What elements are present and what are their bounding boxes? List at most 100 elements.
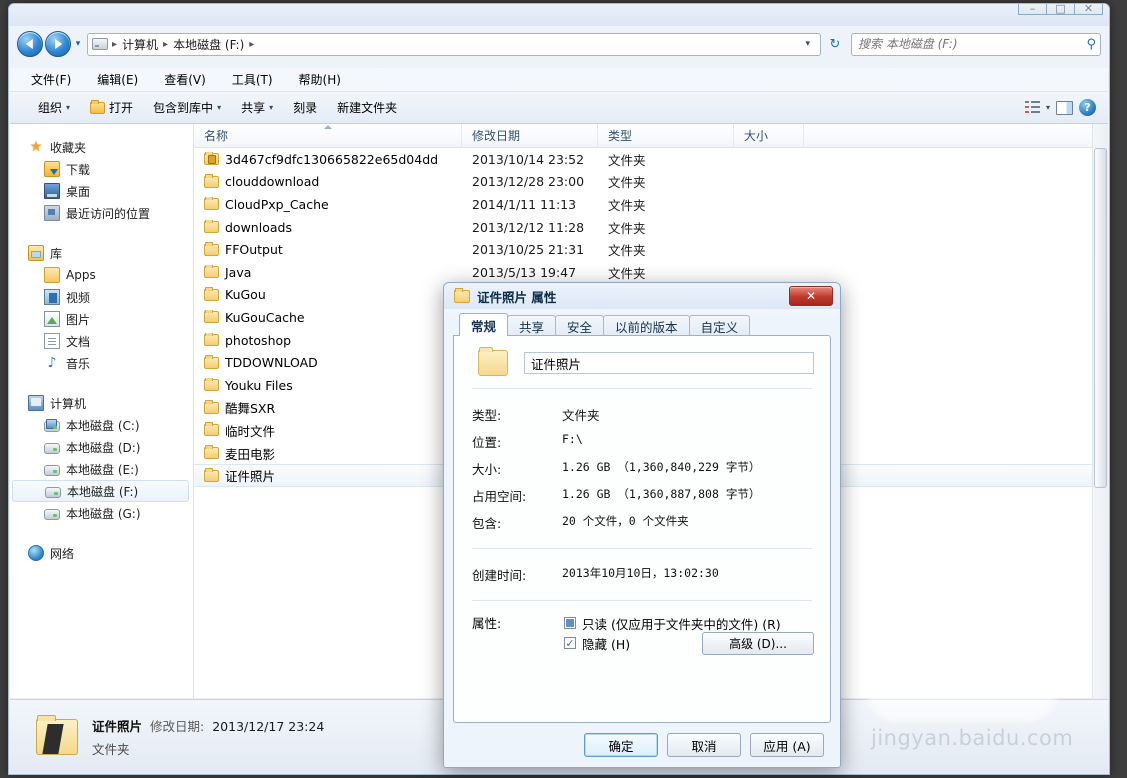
change-view-icon[interactable] — [1025, 101, 1040, 114]
sidebar-item-videos[interactable]: 视频 — [10, 286, 193, 308]
folder-icon — [204, 379, 219, 391]
open-button[interactable]: 打开 — [80, 95, 143, 120]
forward-arrow-icon[interactable] — [45, 31, 71, 57]
folder-name-input[interactable]: 证件照片 — [524, 352, 814, 374]
dialog-folder-icon — [454, 290, 470, 303]
column-header-size-label: 大小 — [744, 127, 768, 144]
breadcrumb-item-computer[interactable]: 计算机 — [119, 35, 161, 54]
sidebar-item-documents[interactable]: 文档 — [10, 330, 193, 352]
menu-help[interactable]: 帮助(H) — [296, 69, 344, 90]
drive-icon — [44, 509, 60, 520]
back-arrow-icon[interactable] — [17, 31, 43, 57]
chevron-down-icon[interactable]: ▾ — [1046, 103, 1050, 112]
table-row[interactable]: clouddownload2013/12/28 23:00文件夹 — [194, 171, 1108, 194]
dialog-close-button[interactable]: ✕ — [789, 286, 833, 306]
folder-icon — [204, 470, 219, 482]
table-row[interactable]: CloudPxp_Cache2014/1/11 11:13文件夹 — [194, 193, 1108, 216]
property-key-location: 位置: — [470, 428, 562, 455]
advanced-button[interactable]: 高级 (D)... — [702, 632, 814, 655]
ok-button[interactable]: 确定 — [584, 733, 658, 757]
sidebar-item-drive-e[interactable]: 本地磁盘 (E:) — [10, 458, 193, 480]
row-date-cell: 2013/10/14 23:52 — [472, 152, 608, 167]
breadcrumb[interactable]: ▸ 计算机 ▸ 本地磁盘 (F:) ▸ ▾ — [87, 33, 821, 56]
row-name-label: photoshop — [225, 333, 291, 348]
maximize-button[interactable]: □ — [1046, 3, 1075, 15]
computer-icon — [28, 395, 44, 411]
cancel-button[interactable]: 取消 — [667, 733, 741, 757]
hidden-checkbox[interactable] — [564, 637, 576, 649]
column-header-size[interactable]: 大小 — [734, 124, 804, 148]
column-header-date[interactable]: 修改日期 — [462, 124, 598, 148]
window-title-bar[interactable]: – □ ✕ — [9, 4, 1109, 26]
hidden-checkbox-line[interactable]: 隐藏 (H) 高级 (D)... — [564, 633, 814, 653]
sidebar-item-downloads[interactable]: 下载 — [10, 158, 193, 180]
help-icon[interactable]: ? — [1079, 99, 1096, 116]
menu-edit[interactable]: 编辑(E) — [94, 69, 141, 90]
sidebar-item-apps[interactable]: Apps — [10, 264, 193, 286]
sidebar-header-computer[interactable]: 计算机 — [10, 392, 193, 414]
sidebar-item-drive-g[interactable]: 本地磁盘 (G:) — [10, 502, 193, 524]
share-button[interactable]: 共享 ▾ — [231, 95, 283, 120]
tab-general[interactable]: 常规 — [459, 313, 508, 336]
details-item-type: 文件夹 — [92, 739, 324, 758]
menu-view[interactable]: 查看(V) — [161, 69, 209, 90]
recent-places-icon — [44, 205, 60, 221]
refresh-icon[interactable]: ↻ — [823, 33, 847, 56]
attributes-row: 属性: 只读 (仅应用于文件夹中的文件) (R) 隐藏 (H) 高级 (D)..… — [470, 613, 814, 653]
row-type-cell: 文件夹 — [608, 150, 744, 169]
network-icon — [28, 545, 44, 561]
readonly-checkbox[interactable] — [564, 617, 576, 629]
sidebar-header-favorites[interactable]: ★ 收藏夹 — [10, 136, 193, 158]
apply-button[interactable]: 应用 (A) — [750, 733, 824, 757]
sidebar-header-network[interactable]: 网络 — [10, 542, 193, 564]
new-folder-label: 新建文件夹 — [337, 99, 397, 116]
menu-file[interactable]: 文件(F) — [28, 69, 74, 90]
minimize-button[interactable]: – — [1018, 3, 1047, 15]
file-list-scrollbar-thumb[interactable] — [1094, 148, 1107, 488]
new-folder-button[interactable]: 新建文件夹 — [327, 95, 407, 120]
search-box[interactable]: ⚲ — [851, 33, 1101, 56]
tab-customize[interactable]: 自定义 — [689, 315, 751, 336]
sidebar-item-drive-d[interactable]: 本地磁盘 (D:) — [10, 436, 193, 458]
sidebar-item-desktop[interactable]: 桌面 — [10, 180, 193, 202]
preview-pane-icon[interactable] — [1056, 101, 1073, 115]
row-type-cell: 文件夹 — [608, 263, 744, 282]
breadcrumb-dropdown-caret-icon[interactable]: ▾ — [799, 39, 816, 49]
organize-button[interactable]: 组织 ▾ — [28, 95, 80, 120]
tab-previous-versions[interactable]: 以前的版本 — [603, 315, 690, 336]
table-row[interactable]: FFOutput2013/10/25 21:31文件夹 — [194, 238, 1108, 261]
breadcrumb-item-drive-f[interactable]: 本地磁盘 (F:) — [170, 35, 247, 54]
readonly-checkbox-line[interactable]: 只读 (仅应用于文件夹中的文件) (R) — [564, 613, 814, 633]
folder-icon — [204, 311, 219, 323]
recent-pages-caret-icon[interactable]: ▾ — [71, 31, 85, 57]
sidebar-item-drive-c[interactable]: 本地磁盘 (C:) — [10, 414, 193, 436]
sidebar-item-recent-places[interactable]: 最近访问的位置 — [10, 202, 193, 224]
column-header-type[interactable]: 类型 — [598, 124, 734, 148]
tab-sharing[interactable]: 共享 — [507, 315, 556, 336]
table-row[interactable]: 3d467cf9dfc130665822e65d04dd2013/10/14 2… — [194, 148, 1108, 171]
tab-security[interactable]: 安全 — [555, 315, 604, 336]
search-input[interactable] — [856, 36, 1086, 52]
close-window-button[interactable]: ✕ — [1074, 3, 1103, 15]
row-name-cell: 3d467cf9dfc130665822e65d04dd — [204, 152, 472, 167]
sidebar-item-drive-f[interactable]: 本地磁盘 (F:) — [12, 480, 189, 502]
menu-tools[interactable]: 工具(T) — [229, 69, 276, 90]
properties-dialog: 证件照片 属性 ✕ 常规 共享 安全 以前的版本 自定义 证件照片 类型: 文件… — [443, 282, 841, 768]
table-row[interactable]: Java2013/5/13 19:47文件夹 — [194, 261, 1108, 284]
include-in-library-button[interactable]: 包含到库中 ▾ — [143, 95, 231, 120]
table-row[interactable]: downloads2013/12/12 11:28文件夹 — [194, 216, 1108, 239]
sidebar-item-pictures[interactable]: 图片 — [10, 308, 193, 330]
divider-1 — [472, 388, 812, 389]
property-value-size-on-disk: 1.26 GB （1,360,887,808 字节） — [562, 482, 814, 509]
dialog-tab-panel-general: 证件照片 类型: 文件夹 位置: F:\ 大小: 1.26 GB （1,360,… — [453, 335, 831, 723]
row-name-label: 酷舞SXR — [225, 398, 275, 417]
row-date-cell: 2013/12/12 11:28 — [472, 220, 608, 235]
chevron-down-icon: ▾ — [66, 103, 70, 112]
column-header-name[interactable]: 名称 — [194, 124, 462, 148]
sidebar-item-music[interactable]: ♪ 音乐 — [10, 352, 193, 374]
file-list-scrollbar[interactable] — [1092, 124, 1108, 698]
sidebar-header-libraries[interactable]: 库 — [10, 242, 193, 264]
details-date-key: 修改日期: — [150, 716, 204, 735]
burn-button[interactable]: 刻录 — [283, 95, 327, 120]
dialog-title-bar[interactable]: 证件照片 属性 — [444, 283, 840, 309]
